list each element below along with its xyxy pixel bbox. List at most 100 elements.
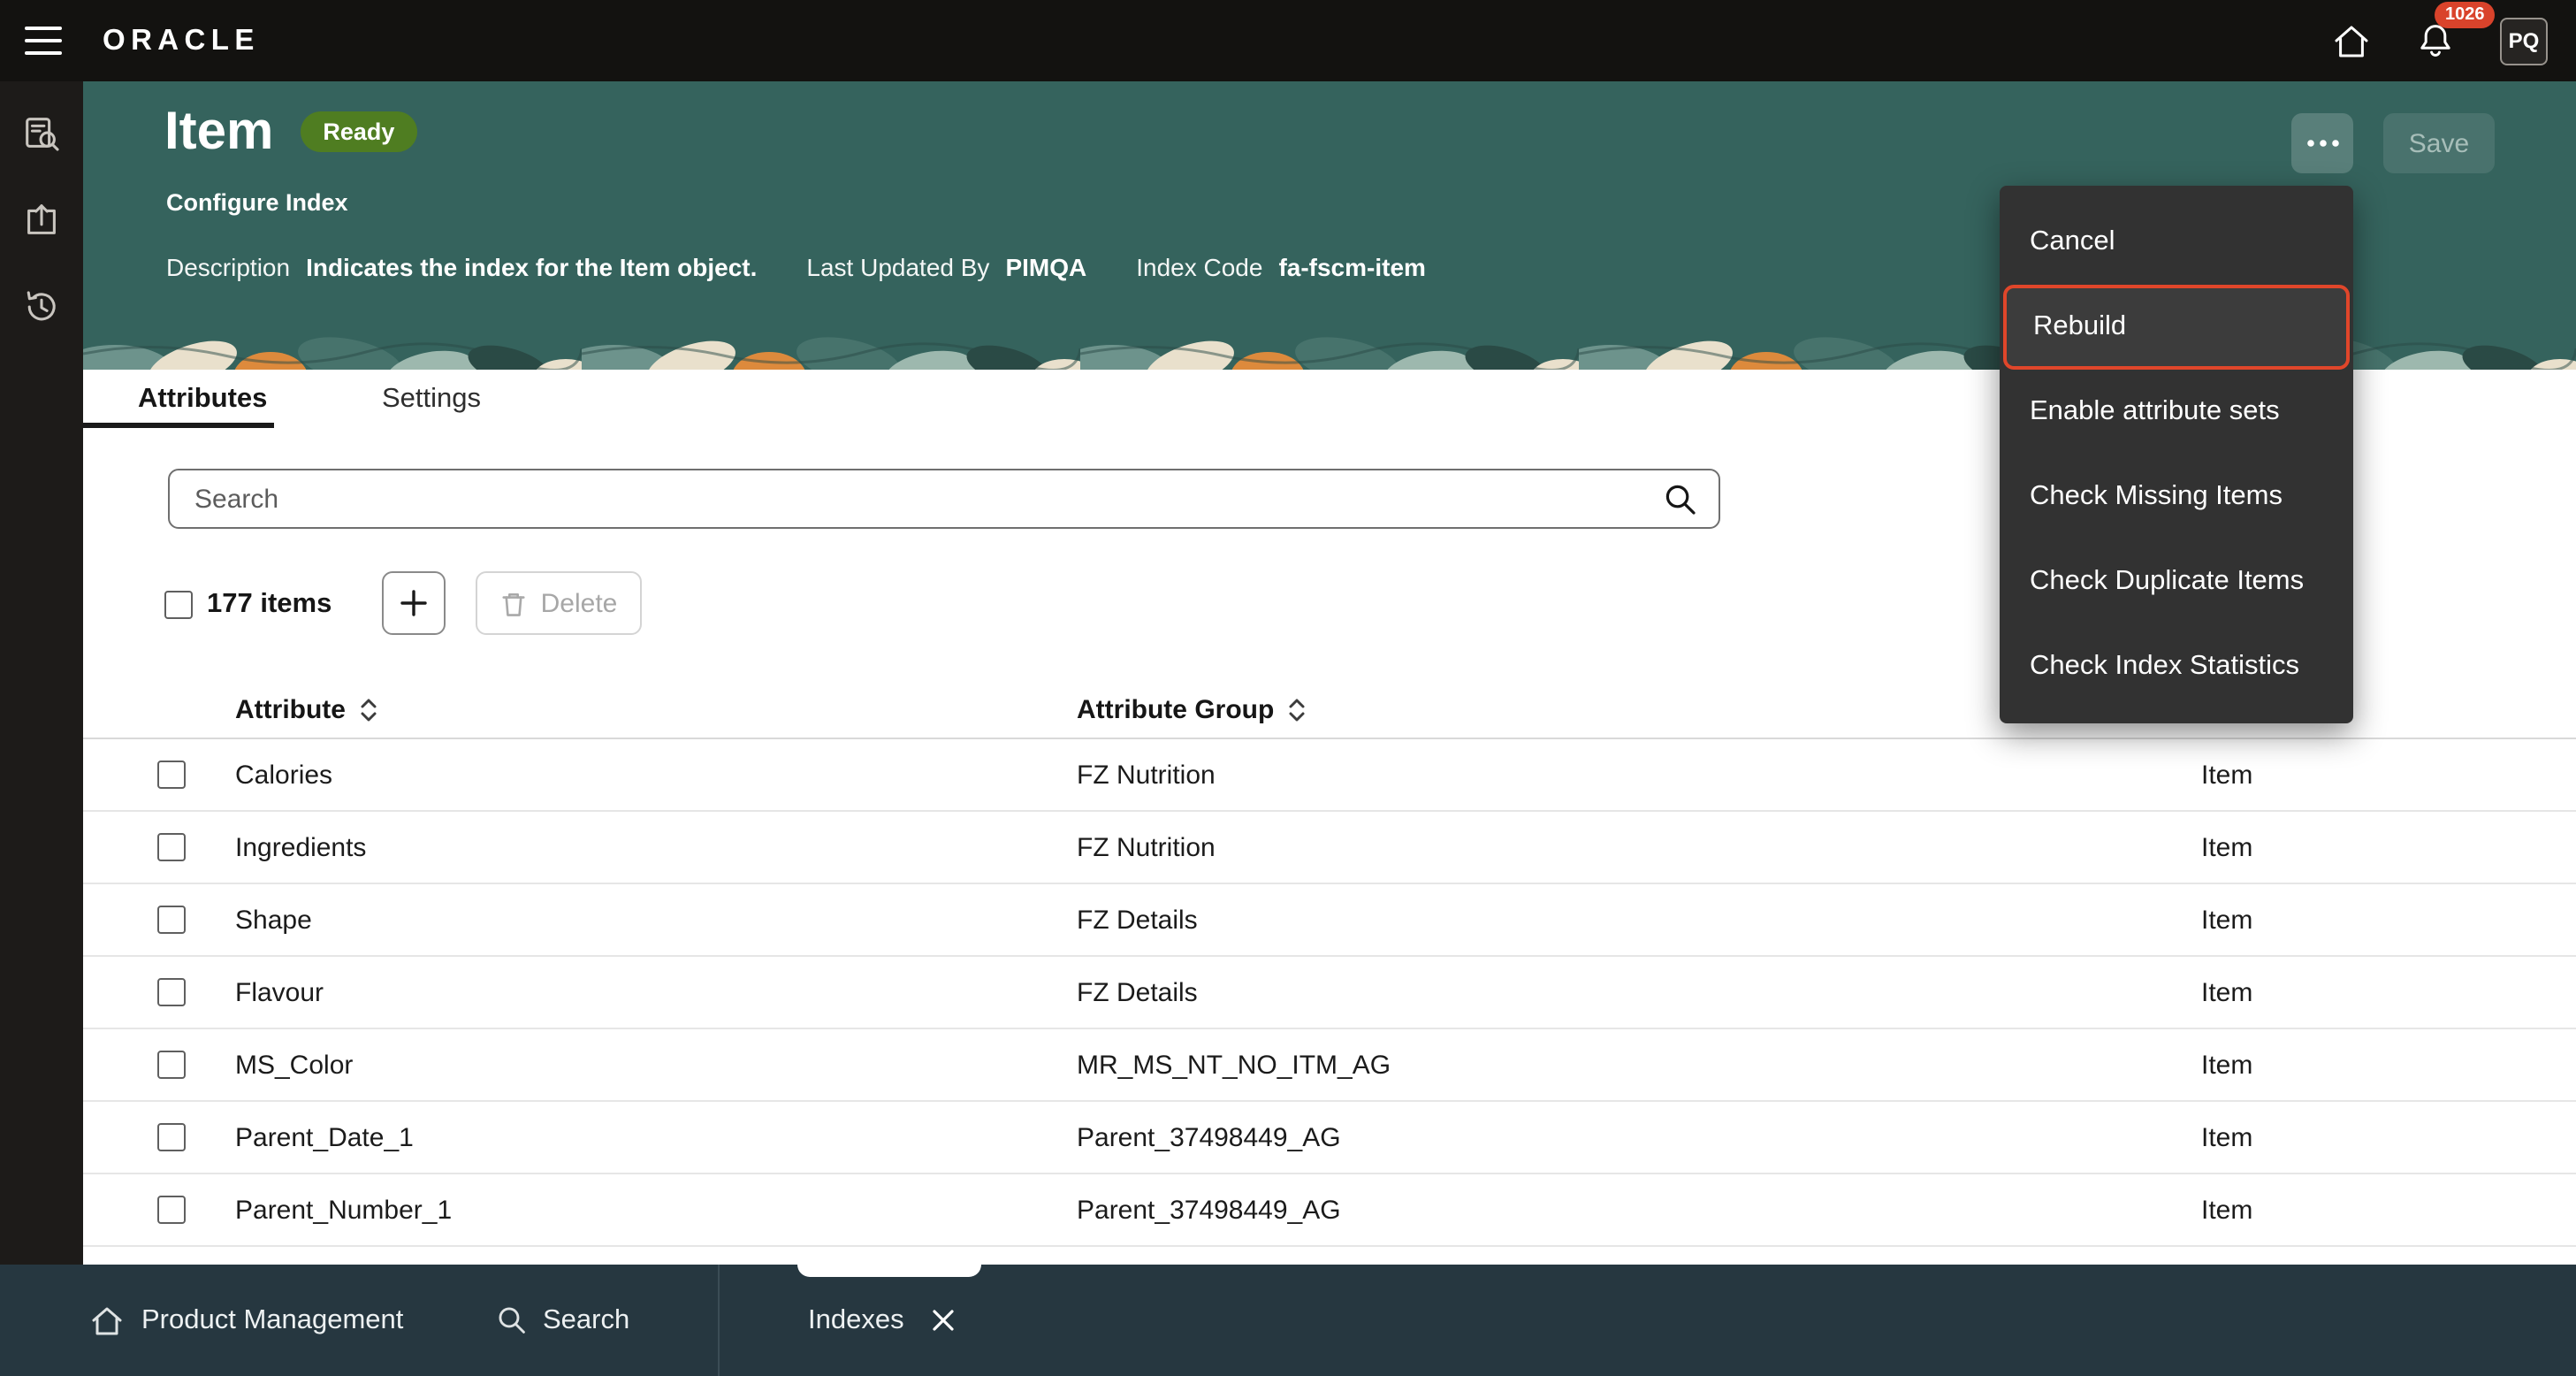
avatar[interactable]: PQ (2500, 17, 2548, 65)
row-checkbox[interactable] (157, 906, 186, 934)
topbar: ORACLE 1026 PQ (0, 0, 2576, 81)
bottombar: Product Management Search Indexes (0, 1265, 2576, 1376)
cell-attribute: Shape (235, 905, 1077, 935)
bottombar-divider (718, 1265, 720, 1376)
cell-object: Item (2201, 832, 2576, 862)
sort-icon[interactable] (1286, 696, 1306, 722)
hamburger-icon (24, 27, 61, 31)
row-checkbox[interactable] (157, 761, 186, 789)
items-count: 177 items (207, 591, 332, 619)
home-button[interactable] (2332, 22, 2371, 59)
header-meta: Description Indicates the index for the … (166, 253, 1475, 281)
menu-item-check-duplicate-items[interactable]: Check Duplicate Items (2000, 539, 2353, 624)
table-row[interactable]: Parent_Number_1 Parent_37498449_AG Item (83, 1174, 2576, 1247)
search-icon (497, 1305, 527, 1335)
row-checkbox[interactable] (157, 1123, 186, 1151)
sidebar-item-index-search[interactable] (10, 101, 73, 164)
row-checkbox[interactable] (157, 1051, 186, 1079)
title-row: Item Ready (164, 103, 417, 161)
tab-settings[interactable]: Settings (382, 384, 481, 416)
oracle-logo: ORACLE (103, 24, 260, 57)
cell-attribute-group: FZ Nutrition (1077, 832, 2201, 862)
hamburger-menu-button[interactable] (0, 0, 85, 81)
row-checkbox[interactable] (157, 1196, 186, 1224)
bottombar-tab-indexes[interactable]: Indexes (808, 1265, 959, 1376)
trash-icon (500, 588, 527, 618)
cell-attribute: MS_Color (235, 1050, 1077, 1080)
search-icon[interactable] (1664, 482, 1697, 516)
table-row[interactable]: Flavour FZ Details Item (83, 957, 2576, 1029)
row-checkbox[interactable] (157, 978, 186, 1006)
attribute-search (168, 469, 1720, 529)
bottombar-search[interactable]: Search (497, 1265, 629, 1376)
menu-item-rebuild[interactable]: Rebuild (2003, 285, 2350, 370)
plus-icon (398, 587, 430, 619)
delete-button[interactable]: Delete (476, 571, 642, 635)
app-window: ORACLE 1026 PQ Item Re (0, 0, 2576, 1376)
cell-attribute: Parent_Date_1 (235, 1122, 1077, 1152)
cell-attribute-group: FZ Nutrition (1077, 760, 2201, 790)
cell-object: Item (2201, 760, 2576, 790)
page-title: Item (164, 103, 273, 161)
menu-item-check-missing-items[interactable]: Check Missing Items (2000, 455, 2353, 539)
cell-object: Item (2201, 1050, 2576, 1080)
index-code-value: fa-fscm-item (1278, 253, 1426, 281)
upload-box-icon (21, 199, 62, 240)
cell-attribute: Calories (235, 760, 1077, 790)
table-row[interactable]: MS_Color MR_MS_NT_NO_ITM_AG Item (83, 1029, 2576, 1102)
actions-dropdown-menu: Cancel Rebuild Enable attribute sets Che… (2000, 186, 2353, 723)
menu-item-cancel[interactable]: Cancel (2000, 200, 2353, 285)
search-label: Search (543, 1304, 629, 1336)
table-body: Calories FZ Nutrition Item Ingredients F… (83, 739, 2576, 1265)
close-tab-button[interactable] (929, 1305, 959, 1335)
sidebar-item-history[interactable] (10, 274, 73, 338)
menu-item-enable-attribute-sets[interactable]: Enable attribute sets (2000, 370, 2353, 455)
sidebar (0, 81, 83, 1284)
close-icon (933, 1309, 956, 1332)
cell-object: Item (2201, 905, 2576, 935)
tab-attributes[interactable]: Attributes (138, 384, 267, 416)
save-button[interactable]: Save (2383, 113, 2495, 173)
cell-attribute-group: Parent_37498449_AG (1077, 1195, 2201, 1225)
history-icon (21, 286, 62, 326)
description-label: Description (166, 253, 290, 281)
sort-icon[interactable] (358, 696, 377, 722)
search-input[interactable] (191, 482, 1664, 516)
topbar-actions: 1026 PQ (2332, 0, 2576, 81)
page-subtitle: Configure Index (166, 189, 348, 216)
home-icon (2332, 22, 2371, 59)
index-code-label: Index Code (1136, 253, 1262, 281)
sidebar-item-import[interactable] (10, 187, 73, 251)
notification-badge[interactable]: 1026 (2435, 2, 2496, 28)
cell-attribute: Parent_Number_1 (235, 1195, 1077, 1225)
product-management-label: Product Management (141, 1304, 403, 1336)
table-row[interactable]: Ingredients FZ Nutrition Item (83, 812, 2576, 884)
bottombar-product-management[interactable]: Product Management (90, 1265, 403, 1376)
cell-object: Item (2201, 1122, 2576, 1152)
cell-attribute-group: Parent_37498449_AG (1077, 1122, 2201, 1152)
last-updated-label: Last Updated By (806, 253, 989, 281)
add-attribute-button[interactable] (382, 571, 446, 635)
column-header-attribute[interactable]: Attribute (235, 694, 1077, 724)
document-search-icon (21, 112, 62, 153)
select-all-checkbox[interactable] (164, 591, 193, 619)
indexes-tab-label: Indexes (808, 1304, 904, 1336)
delete-label: Delete (541, 588, 618, 618)
last-updated-value: PIMQA (1005, 253, 1086, 281)
menu-item-check-index-statistics[interactable]: Check Index Statistics (2000, 624, 2353, 709)
table-row[interactable]: Parent_Date_1 Parent_37498449_AG Item (83, 1102, 2576, 1174)
cell-attribute-group: FZ Details (1077, 905, 2201, 935)
more-actions-button[interactable] (2291, 113, 2353, 173)
cell-attribute-group: MR_MS_NT_NO_ITM_AG (1077, 1050, 2201, 1080)
status-badge: Ready (300, 111, 417, 152)
table-row[interactable]: Shape FZ Details Item (83, 884, 2576, 957)
cell-object: Item (2201, 977, 2576, 1007)
cell-object: Item (2201, 1195, 2576, 1225)
description-value: Indicates the index for the Item object. (306, 253, 757, 281)
cell-attribute: Ingredients (235, 832, 1077, 862)
cell-attribute-group: FZ Details (1077, 977, 2201, 1007)
row-checkbox[interactable] (157, 833, 186, 861)
table-row-partial[interactable] (83, 1247, 2576, 1265)
table-row[interactable]: Calories FZ Nutrition Item (83, 739, 2576, 812)
cell-attribute: Flavour (235, 977, 1077, 1007)
